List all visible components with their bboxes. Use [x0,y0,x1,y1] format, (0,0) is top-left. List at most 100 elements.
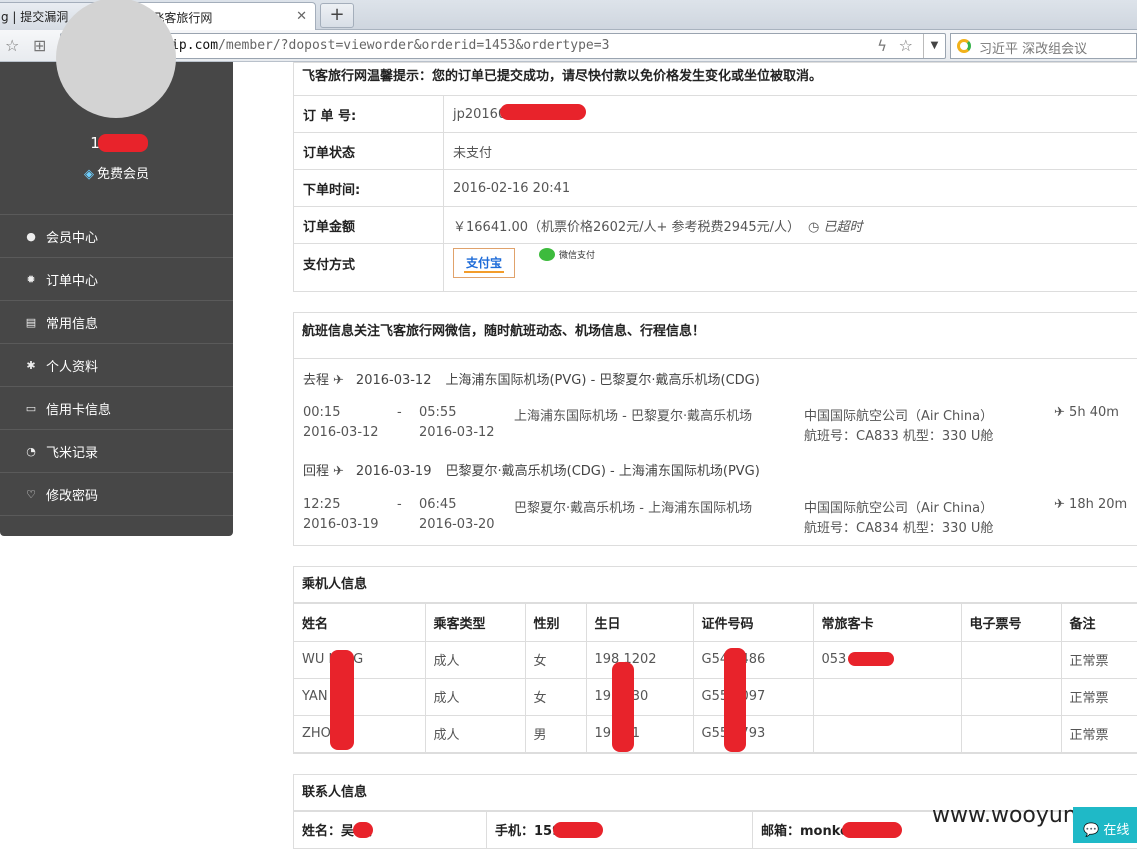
e-ticket-number [961,715,1062,753]
outbound-duration: ✈ 5h 40m [1054,405,1119,420]
sidebar-item-order-center[interactable]: ✹ 订单中心 [0,258,233,301]
e-ticket-number [961,641,1062,679]
passenger-name: WU ILING [294,641,426,679]
payment-method-row: 支付方式 支付宝 微信支付 [294,244,1137,291]
bookmark-star-icon[interactable]: ☆ [899,36,913,55]
sidebar-item-change-password[interactable]: ♡ 修改密码 [0,473,233,516]
overdue-status: ◷ 已超时 [807,219,863,235]
heart-icon: ♡ [26,487,36,501]
return-airline: 中国国际航空公司（Air China） [804,501,994,516]
order-amount: ￥16641.00（机票价格2602元/人+ 参考税费2945元/人） [453,219,800,235]
passenger-gender: 女 [525,678,587,716]
return-arr-date: 2016-03-20 [419,517,495,532]
tab-label: g | 提交漏洞 [1,10,69,24]
redaction-mark [724,648,746,752]
search-input[interactable]: 习近平 深改组会议 [979,38,1087,57]
contact-mobile: 手机：159 573 [487,811,753,848]
passenger-id: G55 7097 [693,678,814,716]
clock-icon: ◔ [26,444,36,458]
flight-info-box: 航班信息关注飞客旅行网微信，随时航班动态、机场信息、行程信息！ 去程 ✈ 2016-… [293,312,1137,546]
return-duration: ✈ 18h 20m [1054,497,1128,512]
column-header: 常旅客卡 [813,604,962,642]
diamond-icon: ◈ [83,167,94,182]
chevron-down-icon[interactable]: ▼ [923,34,945,58]
list-icon: ▤ [25,315,37,329]
address-bar[interactable]: + www.flyertrip.com/member/?dopost=viewo… [60,33,946,59]
alipay-logo: 支付宝 [463,253,504,273]
search-engine-icon [957,39,971,53]
outbound-dep-time: 00:15 [303,405,341,420]
plane-icon: ✈ [333,373,344,388]
frequent-flyer-card [813,678,962,716]
passenger-gender: 男 [525,715,587,753]
sidebar-item-profile[interactable]: ✱ 个人资料 [0,344,233,387]
order-notice: 飞客旅行网温馨提示：您的订单已提交成功，请尽快付款以免价格发生变化或坐位被取消。 [294,63,1137,96]
contact-name: 姓名：吴 凌 [294,811,487,848]
redaction-mark [500,104,586,120]
order-status-row: 订单状态 未支付 [294,133,1137,170]
passenger-id: G55 3793 [693,715,814,753]
sidebar-item-miles-record[interactable]: ◔ 飞米记录 [0,430,233,473]
field-label: 下单时间: [294,170,444,206]
search-box[interactable]: 习近平 深改组会议 [950,33,1137,59]
field-label: 支付方式 [294,244,444,291]
frequent-flyer-card [813,715,962,753]
sidebar-item-common-info[interactable]: ▤ 常用信息 [0,301,233,344]
gear-icon: ✹ [26,272,36,286]
avatar[interactable] [56,0,176,118]
sidebar-menu: ● 会员中心 ✹ 订单中心 ▤ 常用信息 ✱ 个人资料 ▭ 信用卡信息 ◔ 飞米记录 ♡ 修改… [0,214,233,516]
passenger-info-box: 乘机人信息 姓名 乘客类型 性别 生日 证件号码 常旅客卡 电子票号 备注 WU… [293,566,1137,754]
table-row: WU ILING 成人 女 198 1202 G54 3486 053 287 … [294,641,1137,679]
table-header-row: 姓名 乘客类型 性别 生日 证件号码 常旅客卡 电子票号 备注 [294,604,1137,642]
passenger-info-heading: 乘机人信息 [294,567,1137,604]
outbound-flight-detail: 航班号：CA833 机型：330 U舱 [804,429,994,444]
return-dash: - [397,497,402,512]
passenger-name: ZHOU I [294,715,426,753]
column-header: 乘客类型 [425,604,526,642]
field-label: 订 单 号: [294,96,444,132]
outbound-airline: 中国国际航空公司（Air China） [804,409,994,424]
passenger-table: 姓名 乘客类型 性别 生日 证件号码 常旅客卡 电子票号 备注 WU ILING… [294,604,1137,753]
passenger-birthday: 19 201 [586,715,694,753]
order-time-row: 下单时间: 2016-02-16 20:41 [294,170,1137,207]
wechat-pay-button[interactable]: 微信支付 [539,248,595,261]
column-header: 姓名 [294,604,426,642]
return-flight-detail: 航班号：CA834 机型：330 U舱 [804,521,994,536]
close-icon[interactable]: ✕ [296,9,307,24]
table-row: ZHOU I 成人 男 19 201 G55 3793 正常票 [294,715,1137,753]
column-header: 性别 [525,604,587,642]
passenger-type: 成人 [425,715,526,753]
order-number-row: 订 单 号: jp20160 00584924 [294,96,1137,133]
payment-options: 支付宝 微信支付 [444,244,595,291]
alipay-button[interactable]: 支付宝 [453,248,515,278]
lightning-icon[interactable]: ϟ [877,37,887,55]
passenger-birthday: 19 0130 [586,678,694,716]
field-label: 订单状态 [294,133,444,169]
sidebar-item-member-center[interactable]: ● 会员中心 [0,215,233,258]
chat-bubble-icon: 💬 [1083,823,1100,838]
redaction-mark [842,822,902,838]
return-airports: 巴黎夏尔·戴高乐机场 - 上海浦东国际机场 [514,501,753,516]
passenger-id: G54 3486 [693,641,814,679]
table-row: YAN A 成人 女 19 0130 G55 7097 正常票 [294,678,1137,716]
apps-grid-icon[interactable]: ⊞ [33,36,46,55]
outbound-dep-date: 2016-03-12 [303,425,379,440]
favorites-star-icon[interactable]: ☆ [5,36,19,55]
redaction-mark [330,650,354,750]
return-arr-time: 06:45 [419,497,457,512]
new-tab-button[interactable]: + [320,3,354,28]
order-status: 未支付 [453,145,493,161]
outbound-arr-date: 2016-03-12 [419,425,495,440]
passenger-note: 正常票 [1061,641,1137,679]
e-ticket-number [961,678,1062,716]
redaction-mark [553,822,603,838]
wechat-icon [539,248,555,261]
sidebar-item-credit-card[interactable]: ▭ 信用卡信息 [0,387,233,430]
clock-icon: ◷ [807,219,820,235]
passenger-gender: 女 [525,641,587,679]
passenger-name: YAN A [294,678,426,716]
column-header: 生日 [586,604,694,642]
online-chat-button[interactable]: 💬 在线 [1073,807,1137,843]
column-header: 证件号码 [693,604,814,642]
order-amount-cell: ￥16641.00（机票价格2602元/人+ 参考税费2945元/人） ◷ 已超… [444,207,862,243]
